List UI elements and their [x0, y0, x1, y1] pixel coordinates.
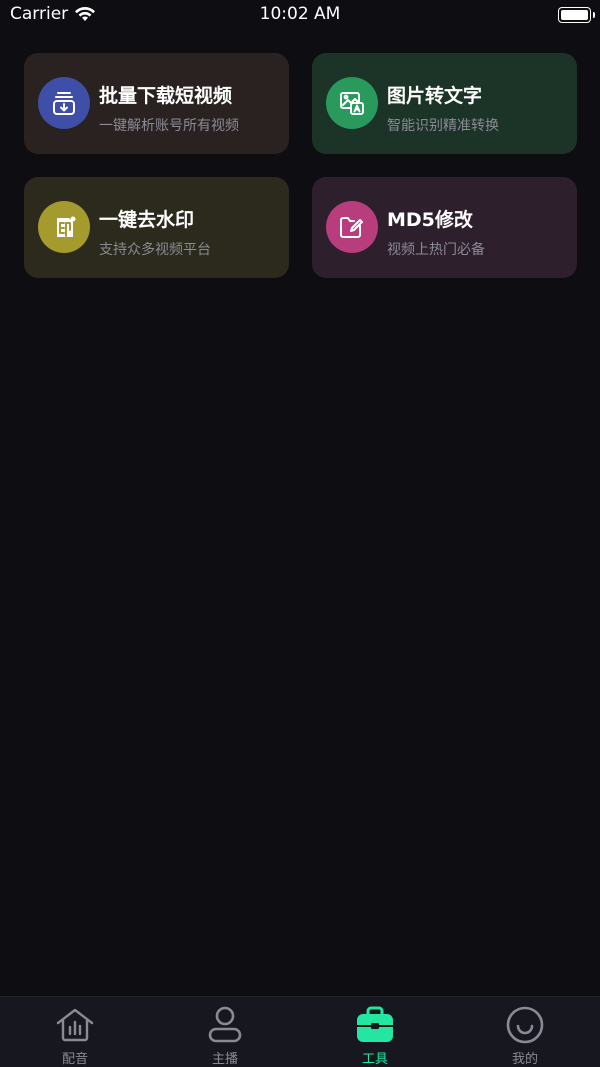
home-chart-icon: [55, 1005, 95, 1045]
card-subtitle: 智能识别精准转换: [387, 118, 499, 134]
tab-label: 工具: [361, 1052, 388, 1067]
card-title: MD5修改: [387, 209, 473, 231]
image-text-icon: [326, 77, 378, 129]
tab-tools[interactable]: 工具: [300, 997, 450, 1067]
toolbox-icon: [355, 1005, 395, 1045]
tab-anchor[interactable]: 主播: [150, 997, 300, 1067]
tab-dubbing[interactable]: 配音: [0, 997, 150, 1067]
tab-bar: 配音 主播 工具 我的: [0, 996, 600, 1067]
watermark-icon: [38, 201, 90, 253]
tab-label: 我的: [511, 1052, 538, 1067]
smile-icon: [505, 1005, 545, 1045]
battery-icon: [558, 7, 595, 23]
card-title: 一键去水印: [99, 209, 195, 231]
status-time: 10:02 AM: [259, 4, 341, 24]
card-batch-download[interactable]: 批量下载短视频 一键解析账号所有视频: [24, 53, 289, 154]
status-bar: Carrier 10:02 AM: [0, 0, 600, 32]
card-md5-modify[interactable]: MD5修改 视频上热门必备: [312, 177, 577, 278]
download-icon: [38, 77, 90, 129]
card-title: 批量下载短视频: [99, 85, 233, 107]
person-icon: [205, 1005, 245, 1045]
card-subtitle: 视频上热门必备: [387, 242, 485, 258]
tab-mine[interactable]: 我的: [450, 997, 600, 1067]
folder-edit-icon: [326, 201, 378, 253]
tab-label: 配音: [61, 1052, 88, 1067]
card-subtitle: 一键解析账号所有视频: [99, 118, 239, 134]
card-image-to-text[interactable]: 图片转文字 智能识别精准转换: [312, 53, 577, 154]
card-remove-watermark[interactable]: 一键去水印 支持众多视频平台: [24, 177, 289, 278]
card-subtitle: 支持众多视频平台: [99, 242, 211, 258]
card-title: 图片转文字: [387, 85, 483, 107]
tab-label: 主播: [211, 1052, 238, 1067]
